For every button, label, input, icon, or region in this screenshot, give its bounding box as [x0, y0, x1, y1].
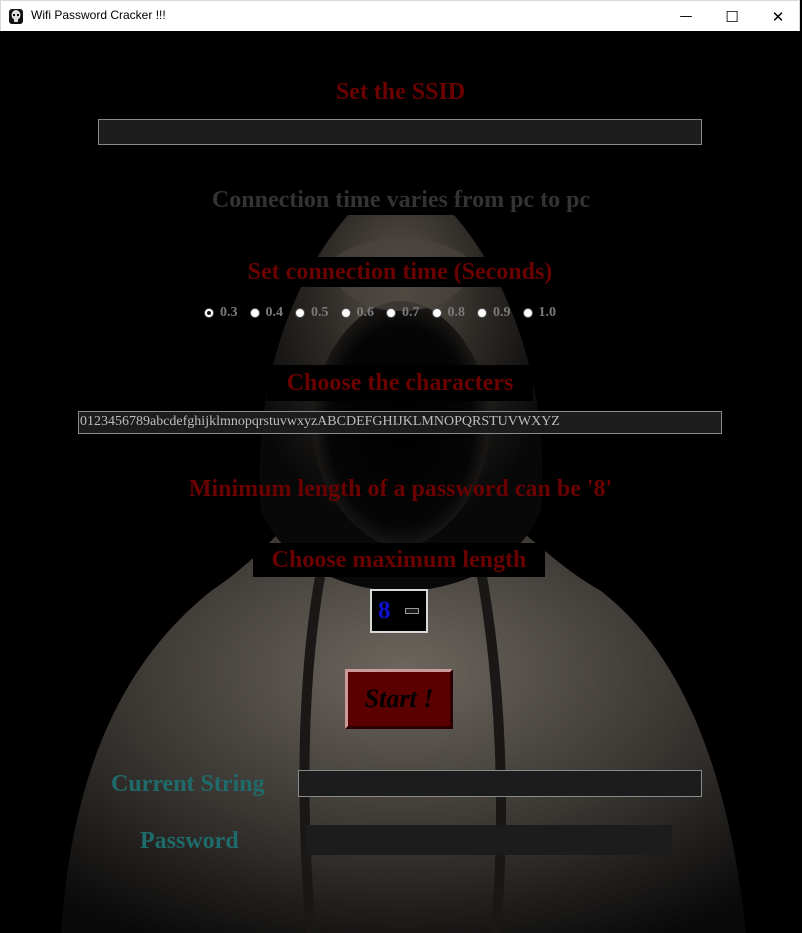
radio-icon[interactable]	[340, 308, 351, 318]
current-string-output	[298, 770, 702, 797]
connection-time-options: 0.3 0.4 0.5 0.6 0.7 0.8 0.9 1.0	[204, 305, 568, 321]
window-title: Wifi Password Cracker !!!	[31, 8, 166, 22]
max-length-label: Choose maximum length	[253, 543, 545, 577]
radio-icon[interactable]	[295, 308, 305, 318]
ssid-label: Set the SSID	[335, 79, 466, 105]
radio-0-3[interactable]: 0.3	[204, 305, 238, 321]
characters-input[interactable]: 0123456789abcdefghijklmnopqrstuvwxyzABCD…	[78, 411, 722, 434]
radio-0-7[interactable]: 0.7	[386, 305, 420, 321]
min-length-note: Minimum length of a password can be '8'	[188, 476, 613, 502]
password-label: Password	[140, 828, 239, 854]
hooded-figure-icon	[9, 9, 23, 24]
minimize-icon[interactable]: —	[663, 1, 709, 32]
start-button[interactable]: Start !	[345, 669, 453, 729]
radio-0-6[interactable]: 0.6	[340, 305, 374, 321]
radio-icon[interactable]	[522, 308, 533, 318]
close-icon[interactable]: ✕	[755, 1, 801, 32]
radio-icon[interactable]	[477, 308, 487, 318]
max-length-value: 8	[378, 597, 391, 624]
radio-0-5[interactable]: 0.5	[295, 305, 329, 321]
max-length-spinbox[interactable]: 8	[370, 589, 428, 633]
radio-icon[interactable]	[249, 308, 260, 318]
client-area: Set the SSID Connection time varies from…	[1, 31, 800, 933]
spin-arrow-icon[interactable]	[405, 608, 419, 614]
ssid-input[interactable]	[98, 119, 702, 145]
connection-time-label: Set connection time (Seconds)	[225, 257, 575, 287]
radio-0-9[interactable]: 0.9	[477, 305, 511, 321]
title-bar: Wifi Password Cracker !!! — ☐ ✕	[0, 0, 800, 31]
current-string-label: Current String	[111, 771, 265, 797]
maximize-icon[interactable]: ☐	[709, 1, 755, 32]
app-window: Wifi Password Cracker !!! — ☐ ✕ Set the …	[0, 0, 802, 933]
radio-0-8[interactable]: 0.8	[431, 305, 465, 321]
radio-icon[interactable]	[386, 308, 396, 318]
characters-label: Choose the characters	[267, 365, 533, 401]
radio-icon[interactable]	[431, 308, 442, 318]
radio-0-4[interactable]: 0.4	[249, 305, 283, 321]
radio-1-0[interactable]: 1.0	[522, 305, 556, 321]
radio-selected-icon[interactable]	[204, 308, 214, 318]
password-output	[306, 825, 672, 855]
connection-note: Connection time varies from pc to pc	[183, 185, 619, 215]
